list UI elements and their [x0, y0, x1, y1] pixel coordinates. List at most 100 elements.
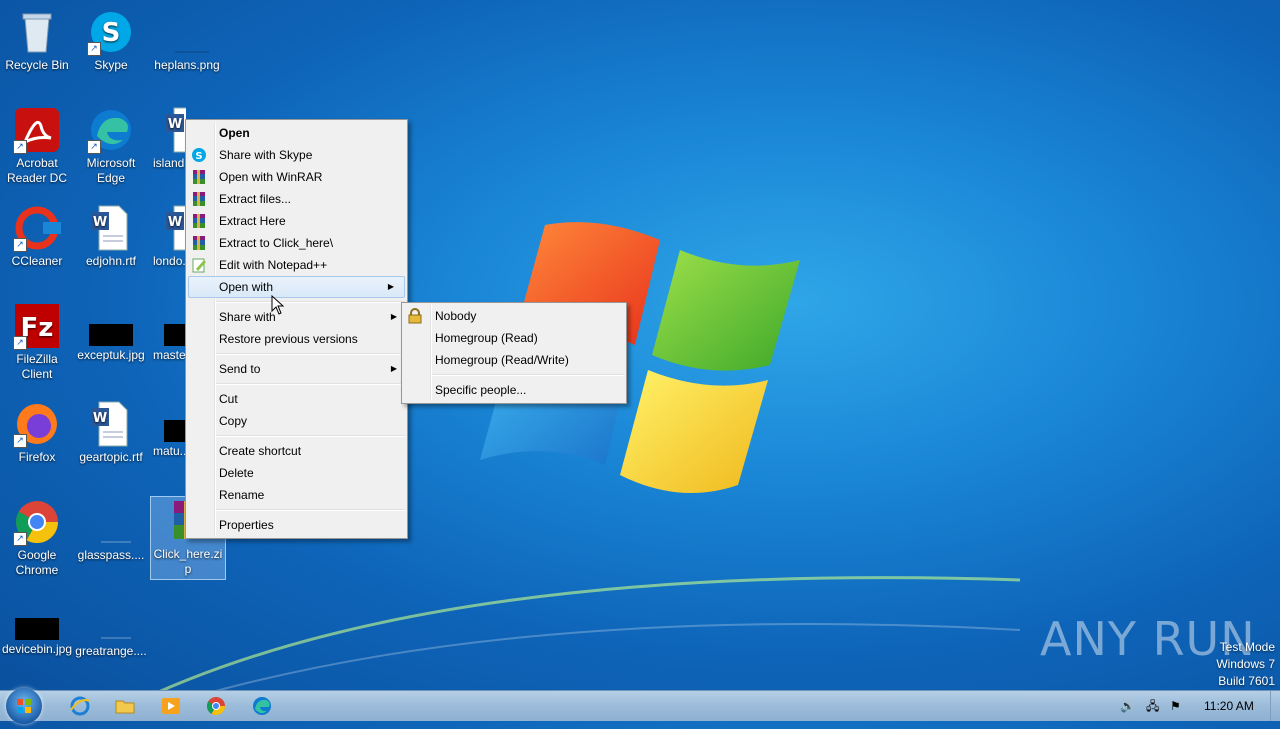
shortcut-arrow-icon: ↗	[87, 42, 101, 56]
image-thumbnail-icon	[87, 516, 135, 546]
filezilla-icon: Fz ↗	[13, 302, 61, 350]
menu-item-open[interactable]: Open	[186, 122, 407, 144]
desktop-icon-exceptuk[interactable]: exceptuk.jpg	[74, 316, 148, 363]
desktop-icon-edge[interactable]: ↗ Microsoft Edge	[74, 106, 148, 186]
lock-icon	[407, 308, 423, 324]
shortcut-arrow-icon: ↗	[13, 238, 27, 252]
recycle-bin-icon	[13, 8, 61, 56]
submenu-arrow-icon: ▶	[387, 282, 394, 291]
desktop-icon-island[interactable]: W island...	[150, 106, 186, 171]
submenu-item-nobody[interactable]: Nobody	[402, 305, 626, 327]
shortcut-arrow-icon: ↗	[13, 532, 27, 546]
word-document-icon: W	[87, 400, 135, 448]
share-with-submenu: Nobody Homegroup (Read) Homegroup (Read/…	[401, 302, 627, 404]
menu-item-extract-files[interactable]: Extract files...	[186, 188, 407, 210]
chrome-icon: ↗	[13, 498, 61, 546]
test-mode-notice: Test Mode Windows 7 Build 7601	[1216, 640, 1275, 688]
submenu-item-homegroup-read-write[interactable]: Homegroup (Read/Write)	[402, 349, 626, 371]
menu-item-extract-here[interactable]: Extract Here	[186, 210, 407, 232]
word-document-icon: W	[162, 106, 186, 154]
menu-item-rename[interactable]: Rename	[186, 484, 407, 506]
image-thumbnail-icon	[162, 316, 186, 346]
desktop-icon-heplans[interactable]: heplans.png	[150, 16, 224, 73]
desktop-icon-recycle-bin[interactable]: Recycle Bin	[0, 8, 74, 73]
image-thumbnail-icon	[87, 316, 135, 346]
shortcut-arrow-icon: ↗	[13, 336, 27, 350]
menu-item-open-with-winrar[interactable]: Open with WinRAR	[186, 166, 407, 188]
svg-text:S: S	[102, 18, 121, 48]
menu-item-edit-with-notepadpp[interactable]: Edit with Notepad++	[186, 254, 407, 276]
menu-item-copy[interactable]: Copy	[186, 410, 407, 432]
menu-separator	[216, 383, 405, 385]
desktop-icon-greatrange[interactable]: greatrange....	[74, 612, 148, 659]
shortcut-arrow-icon: ↗	[13, 434, 27, 448]
submenu-arrow-icon: ▶	[390, 312, 397, 321]
show-desktop-button[interactable]	[1270, 691, 1280, 721]
menu-item-properties[interactable]: Properties	[186, 514, 407, 536]
image-thumbnail-icon	[87, 612, 135, 642]
word-document-icon: W	[162, 204, 186, 252]
svg-text:W: W	[93, 411, 107, 426]
taskbar-chrome[interactable]	[198, 694, 234, 718]
media-player-icon	[162, 698, 180, 714]
desktop-icon-matu[interactable]: matu...	[150, 412, 186, 459]
svg-text:W: W	[168, 215, 182, 230]
network-icon[interactable]: 🖧	[1146, 691, 1159, 721]
menu-item-open-with[interactable]: Open with ▶	[188, 276, 405, 298]
desktop-icon-ccleaner[interactable]: ↗ CCleaner	[0, 204, 74, 269]
menu-item-share-with-skype[interactable]: S Share with Skype	[186, 144, 407, 166]
taskbar-internet-explorer[interactable]	[62, 694, 98, 718]
ccleaner-icon: ↗	[13, 204, 61, 252]
desktop-icon-geartopic[interactable]: W geartopic.rtf	[74, 400, 148, 465]
submenu-item-specific-people[interactable]: Specific people...	[402, 379, 626, 401]
svg-text:W: W	[93, 215, 107, 230]
clock[interactable]: 11:20 AM	[1204, 691, 1254, 721]
winrar-icon	[191, 213, 207, 229]
volume-icon[interactable]: 🔊	[1120, 691, 1135, 721]
desktop-icon-edjohn[interactable]: W edjohn.rtf	[74, 204, 148, 269]
submenu-arrow-icon: ▶	[390, 364, 397, 373]
internet-explorer-icon	[70, 696, 91, 716]
desktop-icon-firefox[interactable]: ↗ Firefox	[0, 400, 74, 465]
menu-item-extract-to-folder[interactable]: Extract to Click_here\	[186, 232, 407, 254]
desktop-icon-master[interactable]: maste...	[150, 316, 186, 363]
menu-separator	[216, 301, 405, 303]
menu-item-cut[interactable]: Cut	[186, 388, 407, 410]
context-menu: Open S Share with Skype Open with WinRAR…	[185, 119, 408, 539]
menu-item-create-shortcut[interactable]: Create shortcut	[186, 440, 407, 462]
menu-separator	[216, 509, 405, 511]
menu-item-send-to[interactable]: Send to ▶	[186, 358, 407, 380]
desktop-icon-filezilla[interactable]: Fz ↗ FileZilla Client	[0, 302, 74, 382]
desktop-icon-skype[interactable]: S ↗ Skype	[74, 8, 148, 73]
notepadpp-icon	[191, 257, 207, 273]
edge-icon: ↗	[87, 106, 135, 154]
desktop-icon-devicebin[interactable]: devicebin.jpg	[0, 610, 74, 657]
menu-item-restore-previous-versions[interactable]: Restore previous versions	[186, 328, 407, 350]
taskbar-media-player[interactable]	[153, 694, 189, 718]
action-center-flag-icon[interactable]: ⚑	[1170, 691, 1181, 721]
menu-item-share-with[interactable]: Share with ▶	[186, 306, 407, 328]
menu-separator	[432, 374, 624, 376]
menu-item-delete[interactable]: Delete	[186, 462, 407, 484]
firefox-icon: ↗	[13, 400, 61, 448]
desktop-icon-acrobat[interactable]: ↗ Acrobat Reader DC	[0, 106, 74, 186]
winrar-icon	[191, 169, 207, 185]
submenu-item-homegroup-read[interactable]: Homegroup (Read)	[402, 327, 626, 349]
taskbar-file-explorer[interactable]	[107, 694, 143, 718]
desktop-icon-london[interactable]: W londo...	[150, 204, 186, 269]
taskbar: 🔊 🖧 ⚑ 11:20 AM	[0, 688, 1280, 724]
svg-text:W: W	[168, 117, 182, 132]
skype-icon: S	[191, 147, 207, 163]
menu-separator	[216, 353, 405, 355]
edge-icon	[253, 697, 271, 715]
desktop-icon-chrome[interactable]: ↗ Google Chrome	[0, 498, 74, 578]
chrome-icon	[206, 697, 225, 716]
desktop-icon-glasspass[interactable]: glasspass....	[74, 516, 148, 563]
winrar-icon	[191, 235, 207, 251]
shortcut-arrow-icon: ↗	[13, 140, 27, 154]
folder-icon	[115, 700, 135, 714]
acrobat-icon: ↗	[13, 106, 61, 154]
image-thumbnail-icon	[13, 610, 61, 640]
taskbar-edge[interactable]	[244, 694, 280, 718]
start-button[interactable]	[6, 688, 42, 724]
